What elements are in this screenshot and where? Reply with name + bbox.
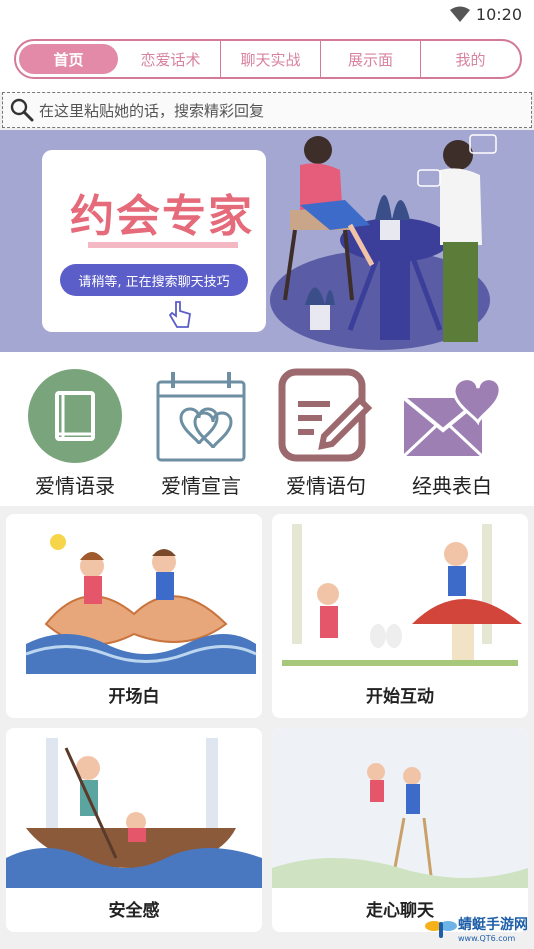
tab-love-talk[interactable]: 恋爱话术 xyxy=(121,41,221,77)
search-icon xyxy=(10,98,34,122)
tab-home[interactable]: 首页 xyxy=(19,44,118,74)
watermark-text: 蜻蜓手游网 www.QT6.com xyxy=(458,914,528,943)
card-heartfelt-chat[interactable]: 走心聊天 xyxy=(272,728,528,932)
category-confession[interactable]: 经典表白 xyxy=(392,368,512,498)
card-opening-line[interactable]: 开场白 xyxy=(6,514,262,718)
category-row: 爱情语录 爱情宣言 爱情语句 经典表白 xyxy=(0,352,534,506)
category-label: 爱情语句 xyxy=(286,474,366,498)
search-bar[interactable]: 在这里粘贴她的话，搜索精彩回复 xyxy=(2,92,532,128)
top-nav: 首页 恋爱话术 聊天实战 展示面 我的 xyxy=(0,30,534,92)
card-label: 安全感 xyxy=(108,901,160,921)
category-declaration[interactable]: 爱情宣言 xyxy=(141,368,261,498)
search-placeholder: 在这里粘贴她的话，搜索精彩回复 xyxy=(39,101,265,120)
calendar-hearts-icon xyxy=(156,372,246,462)
category-label: 爱情语录 xyxy=(35,474,115,498)
tab-mine[interactable]: 我的 xyxy=(421,41,520,77)
category-label: 经典表白 xyxy=(412,474,492,498)
category-label: 爱情宣言 xyxy=(161,474,241,498)
edit-note-icon xyxy=(278,368,373,462)
banner-subtitle: 请稍等, 正在搜索聊天技巧 xyxy=(60,264,248,296)
tab-bar: 首页 恋爱话术 聊天实战 展示面 我的 xyxy=(14,39,522,79)
couple-on-fish-illustration xyxy=(6,514,262,674)
pointer-hand-icon xyxy=(168,301,192,328)
book-icon xyxy=(28,369,122,463)
category-sentences[interactable]: 爱情语句 xyxy=(266,368,386,498)
card-label: 开场白 xyxy=(108,687,160,707)
watermark-name: 蜻蜓手游网 xyxy=(458,917,528,933)
card-label: 开始互动 xyxy=(366,687,434,707)
card-security[interactable]: 安全感 xyxy=(6,728,262,932)
couple-on-mushroom-illustration xyxy=(272,514,528,674)
card-start-interaction[interactable]: 开始互动 xyxy=(272,514,528,718)
status-bar: 10:20 xyxy=(0,0,534,30)
dragonfly-icon xyxy=(425,920,457,938)
couple-in-boat-illustration xyxy=(6,728,262,888)
love-letter-icon xyxy=(402,377,502,458)
watermark-url: www.QT6.com xyxy=(458,934,516,943)
banner-title: 约会专家 xyxy=(70,191,254,242)
tab-showcase[interactable]: 展示面 xyxy=(321,41,421,77)
watermark: 蜻蜓手游网 www.QT6.com xyxy=(424,914,528,943)
promo-banner[interactable]: 约会专家 请稍等, 正在搜索聊天技巧 xyxy=(0,130,534,352)
tab-chat-practice[interactable]: 聊天实战 xyxy=(221,41,321,77)
status-time: 10:20 xyxy=(475,5,522,24)
wifi-icon xyxy=(450,6,470,22)
couple-on-moon-illustration xyxy=(272,728,528,888)
category-quotes[interactable]: 爱情语录 xyxy=(15,368,135,498)
